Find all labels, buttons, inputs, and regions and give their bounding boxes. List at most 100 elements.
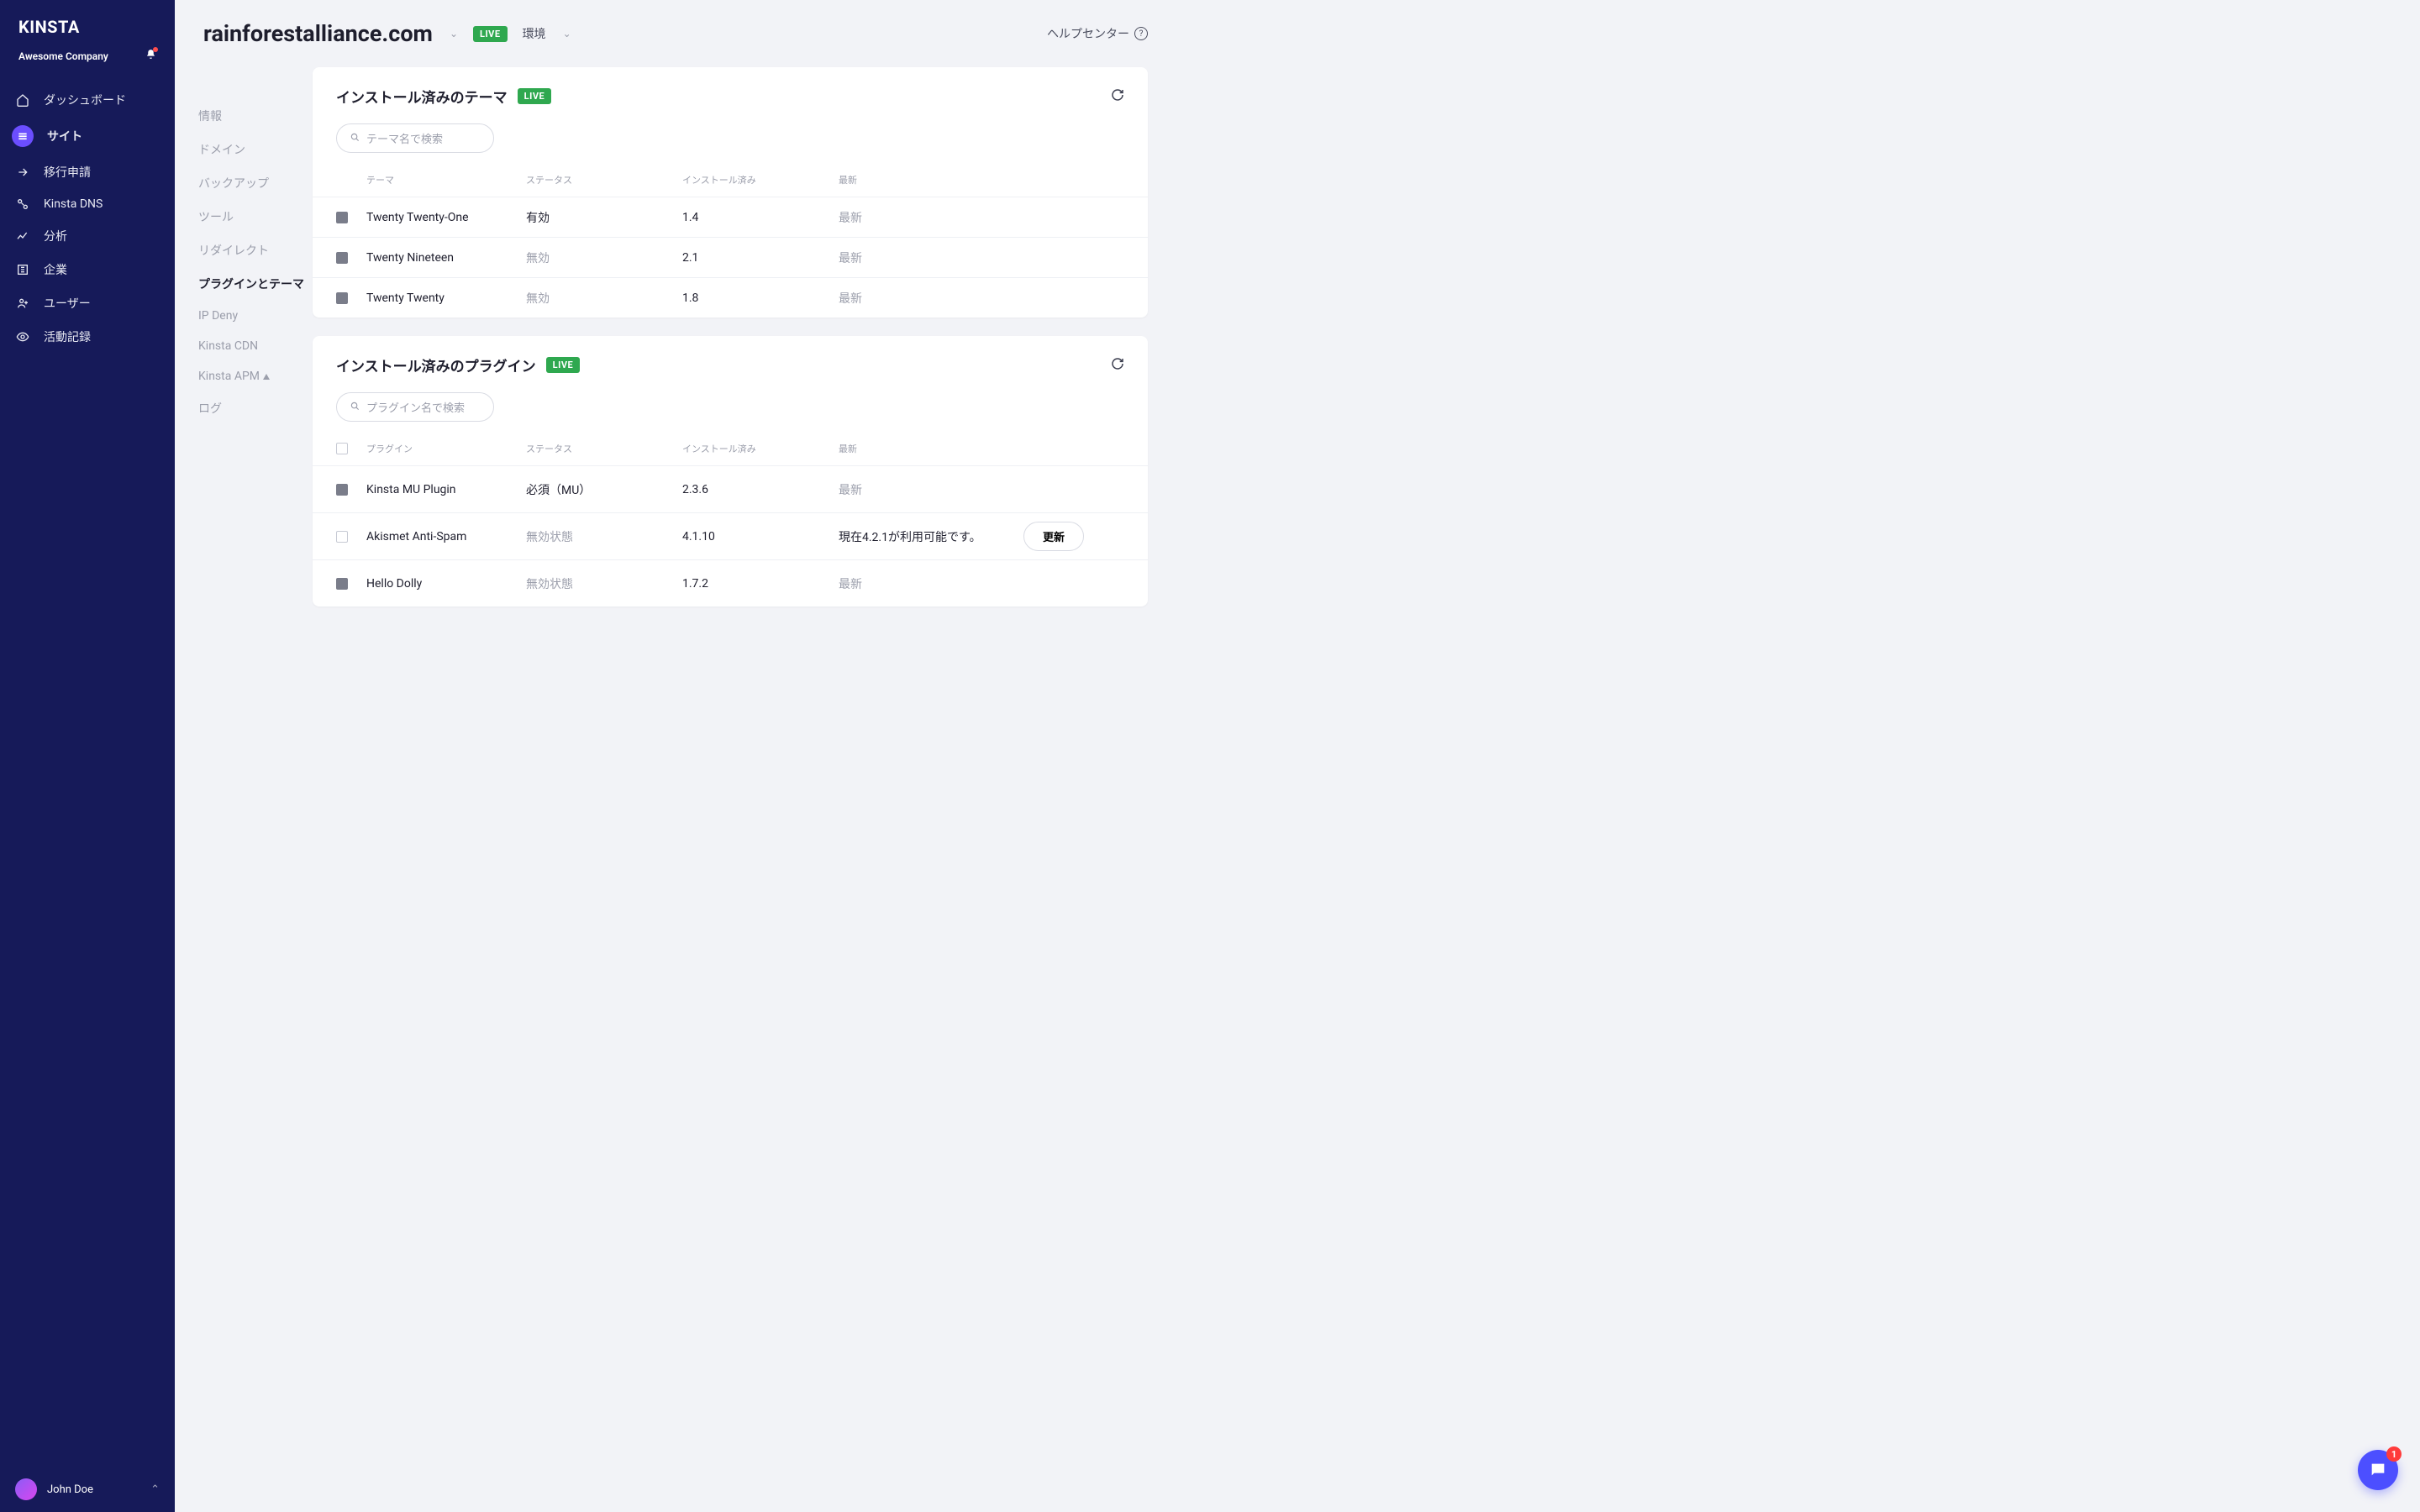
subnav-tools[interactable]: ツール xyxy=(198,200,313,234)
plugin-row: Akismet Anti-Spam 無効状態 4.1.10 現在4.2.1が利用… xyxy=(313,512,1148,559)
nav-dns[interactable]: Kinsta DNS xyxy=(0,189,175,219)
bell-icon[interactable] xyxy=(145,49,156,63)
site-dropdown[interactable]: ⌄ xyxy=(450,28,458,39)
search-icon xyxy=(350,402,360,413)
chat-button[interactable]: 1 xyxy=(2358,1450,2398,1490)
user-menu[interactable]: John Doe ⌃ xyxy=(0,1467,175,1512)
logo-area: KINSTA xyxy=(0,0,175,42)
theme-latest: 最新 xyxy=(839,209,1023,226)
themes-panel: インストール済みのテーマ LIVE テーマ名で検索 テーマ ステ xyxy=(313,67,1148,318)
nav-migration[interactable]: 移行申請 xyxy=(0,155,175,189)
checkbox[interactable] xyxy=(336,484,348,496)
nav-label: 活動記録 xyxy=(44,328,91,345)
nav-label: 移行申請 xyxy=(44,164,91,181)
themes-thead: テーマ ステータス インストール済み 最新 xyxy=(313,168,1148,197)
dns-icon xyxy=(15,197,30,211)
plugins-thead: プラグイン ステータス インストール済み 最新 xyxy=(313,437,1148,465)
main-nav: ダッシュボード サイト 移行申請 Kinsta DNS 分析 企業 ユーザー xyxy=(0,78,175,1467)
company-row[interactable]: Awesome Company xyxy=(0,42,175,78)
nav-dashboard[interactable]: ダッシュボード xyxy=(0,83,175,117)
nav-company[interactable]: 企業 xyxy=(0,253,175,286)
subnav-plugins-themes[interactable]: プラグインとテーマ xyxy=(198,267,313,301)
nav-label: 分析 xyxy=(44,228,67,244)
subnav-ipdeny[interactable]: IP Deny xyxy=(198,301,313,331)
subnav-cdn[interactable]: Kinsta CDN xyxy=(198,331,313,361)
theme-name: Twenty Nineteen xyxy=(366,251,526,265)
subnav-logs[interactable]: ログ xyxy=(198,391,313,425)
company-icon xyxy=(15,263,30,276)
analytics-icon xyxy=(15,229,30,243)
checkbox[interactable] xyxy=(336,252,348,264)
nav-sites[interactable]: サイト xyxy=(0,117,175,155)
help-link[interactable]: ヘルプセンター ? xyxy=(1047,25,1148,42)
checkbox-all[interactable] xyxy=(336,443,348,454)
themes-head: インストール済みのテーマ LIVE xyxy=(313,67,1148,113)
plugin-latest: 最新 xyxy=(839,575,1023,592)
plugin-latest: 最新 xyxy=(839,481,1023,498)
plugins-search[interactable]: プラグイン名で検索 xyxy=(336,392,494,422)
theme-latest: 最新 xyxy=(839,249,1023,266)
checkbox[interactable] xyxy=(336,292,348,304)
nav-activity[interactable]: 活動記録 xyxy=(0,320,175,354)
subnav-domains[interactable]: ドメイン xyxy=(198,133,313,166)
col-theme: テーマ xyxy=(366,173,526,186)
apm-indicator-icon xyxy=(263,374,270,380)
col-plugin: プラグイン xyxy=(366,442,526,455)
env-dropdown[interactable]: ⌄ xyxy=(563,28,571,39)
plugin-name: Kinsta MU Plugin xyxy=(366,483,526,496)
chat-badge: 1 xyxy=(2386,1446,2402,1462)
subnav-info[interactable]: 情報 xyxy=(198,99,313,133)
checkbox[interactable] xyxy=(336,578,348,590)
search-icon xyxy=(350,133,360,144)
company-name: Awesome Company xyxy=(18,50,108,62)
theme-installed: 1.4 xyxy=(682,211,839,224)
checkbox[interactable] xyxy=(336,212,348,223)
plugins-search-placeholder: プラグイン名で検索 xyxy=(366,399,465,415)
subnav-apm[interactable]: Kinsta APM xyxy=(198,361,313,391)
nav-analytics[interactable]: 分析 xyxy=(0,219,175,253)
nav-label: ダッシュボード xyxy=(44,92,126,108)
themes-table: テーマ ステータス インストール済み 最新 Twenty Twenty-One … xyxy=(313,168,1148,318)
subnav-redirects[interactable]: リダイレクト xyxy=(198,234,313,267)
sites-icon xyxy=(12,125,34,147)
col-installed: インストール済み xyxy=(682,442,839,455)
plugin-status: 無効状態 xyxy=(526,528,682,545)
nav-label: Kinsta DNS xyxy=(44,197,103,211)
theme-installed: 2.1 xyxy=(682,251,839,265)
plugin-status: 無効状態 xyxy=(526,575,682,592)
content: インストール済みのテーマ LIVE テーマ名で検索 テーマ ステ xyxy=(313,67,1176,659)
refresh-icon[interactable] xyxy=(1111,357,1124,374)
main-sidebar: KINSTA Awesome Company ダッシュボード サイト 移行申請 … xyxy=(0,0,175,1512)
themes-search-wrap: テーマ名で検索 xyxy=(313,113,1148,168)
site-subnav: 情報 ドメイン バックアップ ツール リダイレクト プラグインとテーマ IP D… xyxy=(175,76,313,425)
chat-icon xyxy=(2369,1461,2387,1479)
site-title: rainforestalliance.com xyxy=(203,20,433,47)
themes-search-placeholder: テーマ名で検索 xyxy=(366,130,443,146)
plugin-row: Hello Dolly 無効状態 1.7.2 最新 xyxy=(313,559,1148,606)
plugin-installed: 2.3.6 xyxy=(682,483,839,496)
col-installed: インストール済み xyxy=(682,173,839,186)
plugin-installed: 4.1.10 xyxy=(682,530,839,543)
subnav-backups[interactable]: バックアップ xyxy=(198,166,313,200)
nav-label: 企業 xyxy=(44,261,67,278)
nav-users[interactable]: ユーザー xyxy=(0,286,175,320)
checkbox[interactable] xyxy=(336,531,348,543)
theme-row: Twenty Nineteen 無効 2.1 最新 xyxy=(313,237,1148,277)
refresh-icon[interactable] xyxy=(1111,88,1124,105)
themes-search[interactable]: テーマ名で検索 xyxy=(336,123,494,153)
plugin-name: Akismet Anti-Spam xyxy=(366,530,526,543)
main-area: rainforestalliance.com ⌄ LIVE 環境 ⌄ ヘルプセン… xyxy=(175,0,1176,735)
avatar xyxy=(15,1478,37,1500)
update-button[interactable]: 更新 xyxy=(1023,522,1084,551)
users-icon xyxy=(15,297,30,310)
kinsta-logo: KINSTA xyxy=(18,17,156,37)
col-status: ステータス xyxy=(526,442,682,455)
plugins-table: プラグイン ステータス インストール済み 最新 Kinsta MU Plugin… xyxy=(313,437,1148,606)
theme-status: 有効 xyxy=(526,209,682,226)
nav-label: ユーザー xyxy=(44,295,91,312)
theme-latest: 最新 xyxy=(839,290,1023,307)
plugins-head: インストール済みのプラグイン LIVE xyxy=(313,336,1148,382)
theme-status: 無効 xyxy=(526,290,682,307)
eye-icon xyxy=(15,330,30,344)
theme-row: Twenty Twenty-One 有効 1.4 最新 xyxy=(313,197,1148,237)
